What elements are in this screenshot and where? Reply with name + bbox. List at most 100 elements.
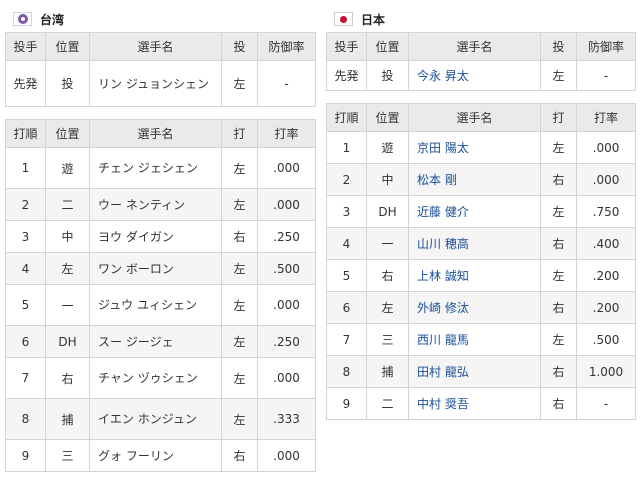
batting-average: .333	[257, 398, 316, 440]
batting-hand: 右	[540, 355, 577, 388]
table-row: 先発 投 リン ジュョンシェン 左 -	[5, 60, 316, 107]
batting-average: -	[576, 387, 636, 420]
batting-hand: 左	[540, 259, 577, 292]
throwing-hand: 左	[540, 60, 577, 91]
player-position: 投	[366, 60, 409, 91]
batting-order-table: 打順 位置 選手名 打 打率 1 遊 チェン ジェシェン 左 .000 2 二 …	[5, 119, 316, 472]
pitcher-role: 先発	[326, 60, 367, 91]
table-row: 7 三 西川 龍馬 左 .500	[326, 323, 636, 356]
batting-average: .000	[257, 357, 316, 399]
col-header: 選手名	[408, 32, 541, 61]
player-name: ジュウ ユィシェン	[89, 284, 222, 326]
batting-average: .250	[257, 220, 316, 253]
team-header: 日本	[326, 6, 635, 32]
batting-average: .750	[576, 195, 636, 228]
batting-order: 6	[326, 291, 367, 324]
col-header: 投手	[5, 32, 46, 61]
batting-average: .200	[576, 291, 636, 324]
player-position: 遊	[366, 131, 409, 164]
batting-order: 4	[326, 227, 367, 260]
col-header: 選手名	[408, 103, 541, 132]
player-era: -	[257, 60, 316, 107]
player-position: 中	[366, 163, 409, 196]
team-name: 日本	[361, 12, 386, 27]
player-name: スー ジージェ	[89, 325, 222, 358]
table-row: 4 一 山川 穂高 右 .400	[326, 227, 636, 260]
player-name-link[interactable]: 西川 龍馬	[408, 323, 541, 356]
col-header: 位置	[366, 32, 409, 61]
pitcher-header-row: 投手 位置 選手名 投 防御率	[5, 32, 316, 61]
table-row: 先発 投 今永 昇太 左 -	[326, 60, 636, 91]
batting-average: .000	[257, 439, 316, 472]
player-name: チェン ジェシェン	[89, 147, 222, 189]
player-position: 中	[45, 220, 90, 253]
pitcher-table: 投手 位置 選手名 投 防御率 先発 投 リン ジュョンシェン 左 -	[5, 32, 316, 107]
player-position: 右	[45, 357, 90, 399]
team-panel-taiwan: 台湾 投手 位置 選手名 投 防御率 先発 投 リン ジュョンシェン 左 - 打…	[5, 6, 316, 472]
table-row: 8 捕 田村 龍弘 右 1.000	[326, 355, 636, 388]
batting-average: .200	[576, 259, 636, 292]
player-position: 二	[45, 188, 90, 221]
batting-hand: 右	[540, 291, 577, 324]
batting-hand: 右	[540, 163, 577, 196]
table-row: 1 遊 京田 陽太 左 .000	[326, 131, 636, 164]
batting-average: .000	[576, 163, 636, 196]
team-header: 台湾	[5, 6, 315, 32]
batting-hand: 左	[540, 131, 577, 164]
player-era: -	[576, 60, 636, 91]
batting-hand: 右	[540, 227, 577, 260]
pitcher-role: 先発	[5, 60, 46, 107]
player-name-link[interactable]: 田村 龍弘	[408, 355, 541, 388]
player-position: DH	[45, 325, 90, 358]
batting-order: 5	[5, 284, 46, 326]
batting-order: 6	[5, 325, 46, 358]
table-row: 5 一 ジュウ ユィシェン 左 .000	[5, 284, 316, 326]
player-name: ヨウ ダイガン	[89, 220, 222, 253]
table-row: 6 DH スー ジージェ 左 .250	[5, 325, 316, 358]
team-name: 台湾	[40, 12, 65, 27]
batting-order: 9	[326, 387, 367, 420]
col-header: 防御率	[576, 32, 636, 61]
col-header: 打順	[326, 103, 367, 132]
col-header: 防御率	[257, 32, 316, 61]
player-position: 遊	[45, 147, 90, 189]
throwing-hand: 左	[221, 60, 258, 107]
player-position: 三	[366, 323, 409, 356]
player-position: 捕	[366, 355, 409, 388]
player-position: 一	[366, 227, 409, 260]
table-row: 2 中 松本 剛 右 .000	[326, 163, 636, 196]
table-row: 3 中 ヨウ ダイガン 右 .250	[5, 220, 316, 253]
player-name-link[interactable]: 山川 穂高	[408, 227, 541, 260]
player-name-link[interactable]: 京田 陽太	[408, 131, 541, 164]
player-position: 投	[45, 60, 90, 107]
batting-average: 1.000	[576, 355, 636, 388]
batting-average: .000	[257, 147, 316, 189]
batting-average: .400	[576, 227, 636, 260]
col-header: 投	[221, 32, 258, 61]
player-name-link[interactable]: 松本 剛	[408, 163, 541, 196]
player-name-link[interactable]: 上林 誠知	[408, 259, 541, 292]
player-name-link[interactable]: 外崎 修汰	[408, 291, 541, 324]
col-header: 打率	[257, 119, 316, 148]
player-position: 捕	[45, 398, 90, 440]
batting-hand: 左	[221, 147, 258, 189]
col-header: 位置	[366, 103, 409, 132]
player-name-link[interactable]: 中村 奨吾	[408, 387, 541, 420]
batting-order: 3	[326, 195, 367, 228]
col-header: 位置	[45, 119, 90, 148]
pitcher-header-row: 投手 位置 選手名 投 防御率	[326, 32, 636, 61]
col-header: 投	[540, 32, 577, 61]
player-position: 左	[45, 252, 90, 285]
table-row: 6 左 外崎 修汰 右 .200	[326, 291, 636, 324]
col-header: 打	[540, 103, 577, 132]
batting-order: 7	[5, 357, 46, 399]
player-name-link[interactable]: 近藤 健介	[408, 195, 541, 228]
batting-hand: 左	[221, 284, 258, 326]
batting-order: 8	[326, 355, 367, 388]
batting-order: 5	[326, 259, 367, 292]
player-name-link[interactable]: 今永 昇太	[408, 60, 541, 91]
table-row: 7 右 チャン ヅゥシェン 左 .000	[5, 357, 316, 399]
batting-order: 8	[5, 398, 46, 440]
batting-hand: 右	[221, 439, 258, 472]
batting-hand: 左	[540, 195, 577, 228]
